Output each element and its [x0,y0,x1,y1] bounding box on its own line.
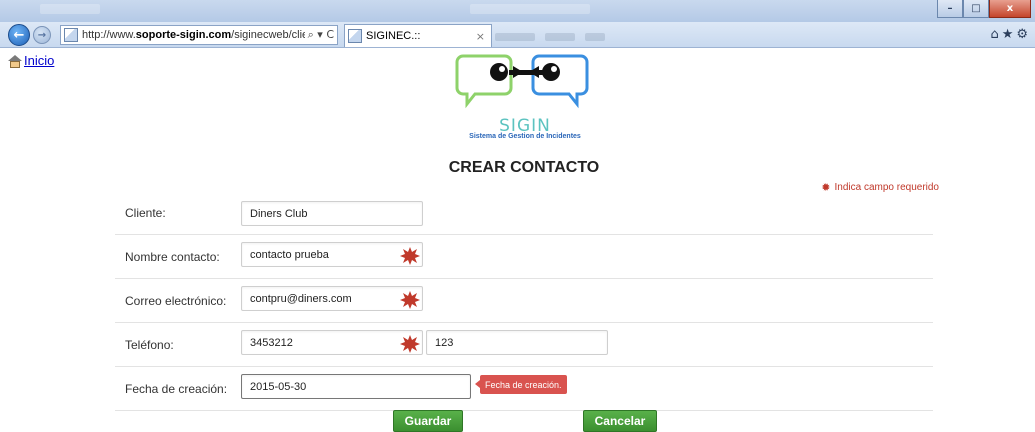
nombre-contacto-input[interactable]: contacto prueba [241,242,423,267]
url-domain: soporte-sigin.com [135,29,232,41]
required-mark-icon [400,291,420,309]
browser-tab-active[interactable]: SIGINEC.:: × [344,24,492,47]
cliente-input[interactable]: Diners Club [241,201,423,226]
browser-navbar: ← → http://www.soporte-sigin.com/siginec… [0,22,1035,48]
correo-label: Correo electrónico: [125,294,227,308]
tab-strip-blur [495,28,655,42]
form-row-cliente: Cliente: Diners Club [115,191,933,235]
back-button[interactable]: ← [8,24,30,46]
browser-right-tools[interactable]: ⌂★⚙ [990,27,1031,42]
title-bar-blur [470,4,590,14]
window-controls: – □ x [937,0,1031,18]
tab-favicon-icon [348,29,362,43]
home-link-label[interactable]: Inicio [24,53,54,68]
address-bar[interactable]: http://www.soporte-sigin.com/siginecweb/… [60,25,338,45]
page-title: CREAR CONTACTO [448,159,600,176]
form-row-telefono: Teléfono: 3453212 123 [115,323,933,367]
fecha-creacion-label: Fecha de creación: [125,382,228,396]
nombre-contacto-label: Nombre contacto: [125,250,220,264]
home-link[interactable]: Inicio [8,53,54,68]
arrow-right-icon: → [37,29,47,41]
forward-button[interactable]: → [33,26,51,44]
home-icon [8,55,22,68]
guardar-button[interactable]: Guardar [393,410,463,432]
telefono-input[interactable]: 3453212 [241,330,423,355]
logo-subtitle: Sistema de Gestion de Incidentes [469,133,581,140]
fecha-creacion-input[interactable]: 2015-05-30 [241,374,471,399]
address-url[interactable]: http://www.soporte-sigin.com/siginecweb/… [82,29,305,41]
title-bar-blur [40,4,100,14]
url-path: /siginecweb/cliente/cre [231,29,305,41]
minimize-button[interactable]: – [937,0,963,18]
tab-title: SIGINEC.:: [366,30,421,42]
telefono-label: Teléfono: [125,338,174,352]
fecha-error-tooltip: Fecha de creación. [475,375,567,394]
maximize-button[interactable]: □ [963,0,989,18]
close-window-button[interactable]: x [989,0,1031,18]
form-row-correo: Correo electrónico: contpru@diners.com [115,279,933,323]
form-row-fecha: Fecha de creación: 2015-05-30 Fecha de c… [115,367,933,411]
cancelar-button[interactable]: Cancelar [583,410,657,432]
required-mark-icon [400,247,420,265]
tab-close-icon[interactable]: × [476,30,485,43]
page-favicon-icon [64,28,78,42]
arrow-left-icon: ← [13,27,25,43]
address-tools[interactable]: ⌕ ▾ C [305,28,337,42]
cliente-label: Cliente: [125,206,166,220]
required-mark-icon [400,335,420,353]
form-row-nombre: Nombre contacto: contacto prueba [115,235,933,279]
window-title-bar: – □ x [0,0,1035,22]
correo-input[interactable]: contpru@diners.com [241,286,423,311]
url-prefix: http://www. [82,29,136,41]
telefono-extension-input[interactable]: 123 [426,330,608,355]
